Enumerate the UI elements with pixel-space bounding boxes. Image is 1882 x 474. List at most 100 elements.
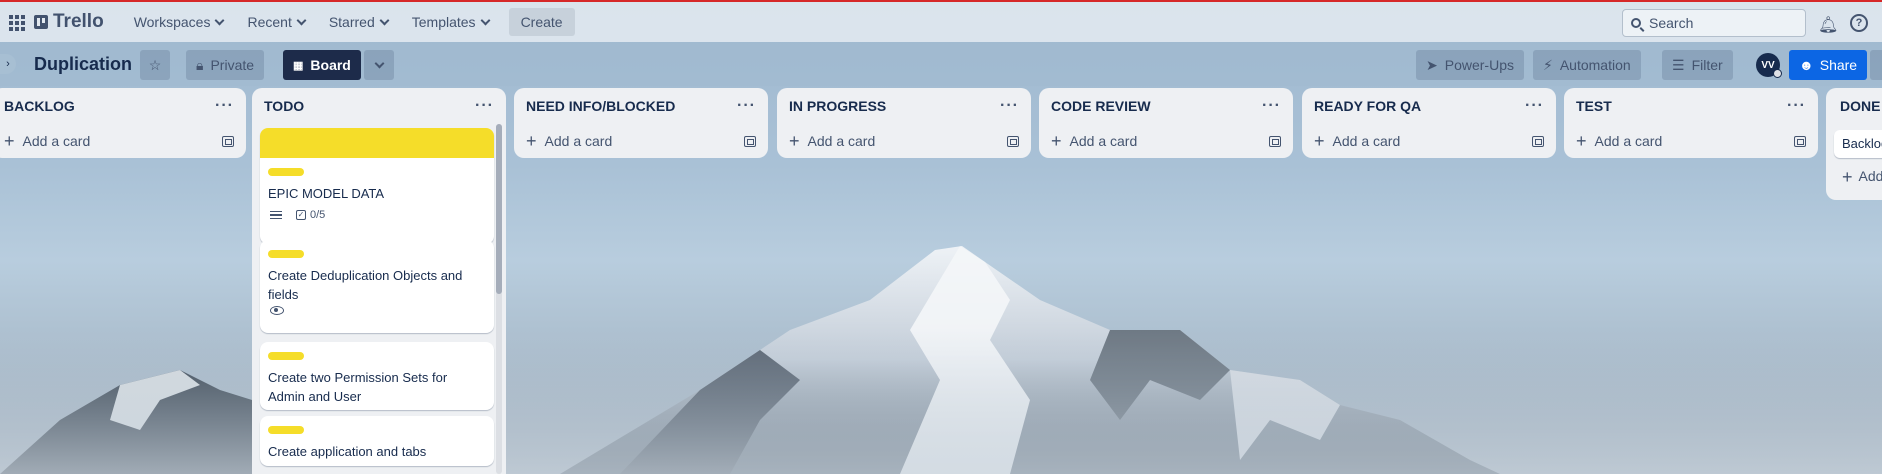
add-card-button[interactable]: + Add a card	[0, 124, 246, 158]
star-board-button[interactable]: ☆	[140, 50, 170, 80]
list-test: TEST ··· + Add a card	[1564, 88, 1818, 158]
card-template-icon[interactable]	[1794, 135, 1806, 147]
power-ups-button[interactable]: ➤ Power-Ups	[1416, 50, 1524, 80]
chevron-down-icon	[215, 15, 225, 25]
list-title[interactable]: NEED INFO/BLOCKED	[526, 98, 675, 114]
nav-starred-menu[interactable]: Starred	[319, 8, 398, 36]
list-title[interactable]: DONE	[1840, 98, 1880, 114]
search-placeholder: Search	[1649, 15, 1694, 31]
list-menu-icon[interactable]: ···	[737, 97, 756, 115]
list-menu-icon[interactable]: ···	[1000, 97, 1019, 115]
add-card-button[interactable]: + Add a card	[1302, 124, 1556, 158]
plus-icon: +	[4, 131, 15, 151]
list-ready-for-qa: READY FOR QA ··· + Add a card	[1302, 88, 1556, 158]
card-label-yellow[interactable]	[268, 168, 304, 176]
add-card-button[interactable]: + Add a card	[514, 124, 768, 158]
card-label-yellow[interactable]	[268, 250, 304, 258]
card-create-deduplication-objects[interactable]: Create Deduplication Objects and fields	[260, 240, 494, 333]
card-template-icon[interactable]	[744, 135, 756, 147]
list-in-progress: IN PROGRESS ··· + Add a card	[777, 88, 1031, 158]
plus-icon: +	[526, 131, 537, 151]
list-title[interactable]: TODO	[264, 98, 304, 114]
checklist-badge: ✓ 0/5	[296, 209, 325, 221]
card-template-icon[interactable]	[1269, 135, 1281, 147]
add-card-button[interactable]: + Add a card	[1842, 168, 1882, 186]
nav-recent-menu[interactable]: Recent	[237, 8, 314, 36]
app-switcher-icon[interactable]	[6, 12, 26, 32]
notifications-icon[interactable]: 🔔︎	[1818, 15, 1838, 35]
card-label-yellow[interactable]	[268, 426, 304, 434]
card-label-yellow[interactable]	[268, 352, 304, 360]
card-template-icon[interactable]	[1007, 135, 1019, 147]
board-view-icon: ▦	[293, 59, 304, 72]
add-card-button[interactable]: + Add a card	[1564, 124, 1818, 158]
card-backlog[interactable]: Backlog	[1834, 130, 1882, 158]
list-backlog: BACKLOG ··· + Add a card	[0, 88, 246, 158]
nav-workspaces-menu[interactable]: Workspaces	[124, 8, 234, 36]
add-card-label: Add a card	[22, 133, 91, 149]
list-title[interactable]: READY FOR QA	[1314, 98, 1421, 114]
list-title[interactable]: BACKLOG	[4, 98, 75, 114]
card-create-permission-sets[interactable]: Create two Permission Sets for Admin and…	[260, 342, 494, 410]
board-title[interactable]: Duplication	[34, 54, 132, 75]
list-scrollbar[interactable]	[496, 124, 502, 474]
add-card-label: Add a card	[544, 133, 613, 149]
card-template-icon[interactable]	[222, 135, 234, 147]
list-menu-icon[interactable]: ···	[1787, 97, 1806, 115]
nav-recent-label: Recent	[247, 14, 292, 30]
checklist-icon: ✓	[296, 210, 306, 220]
view-switcher-dropdown[interactable]	[364, 50, 394, 80]
add-card-label: Add a card	[1858, 168, 1882, 184]
nav-workspaces-label: Workspaces	[133, 14, 211, 30]
plus-icon: +	[1051, 131, 1062, 151]
plus-icon: +	[1314, 131, 1325, 151]
card-title: Create two Permission Sets for Admin and…	[268, 370, 448, 404]
card-epic-model-data[interactable]: EPIC MODEL DATA ✓ 0/5	[260, 128, 494, 244]
list-scrollbar-thumb[interactable]	[496, 124, 502, 294]
board-view-label: Board	[310, 57, 351, 73]
visibility-button[interactable]: 🔒︎ Private	[186, 50, 265, 80]
board-header: › Duplication ☆ 🔒︎ Private ▦ Board ➤ Pow…	[0, 42, 1882, 86]
add-card-button[interactable]: + Add a card	[777, 124, 1031, 158]
nav-templates-menu[interactable]: Templates	[402, 8, 499, 36]
help-icon[interactable]: ?	[1850, 14, 1868, 32]
visibility-label: Private	[210, 57, 255, 73]
card-template-icon[interactable]	[1532, 135, 1544, 147]
list-menu-icon[interactable]: ···	[475, 97, 494, 115]
list-title[interactable]: IN PROGRESS	[789, 98, 886, 114]
card-create-application-tabs[interactable]: Create application and tabs	[260, 416, 494, 466]
search-input[interactable]: Search	[1622, 9, 1806, 37]
nav-starred-label: Starred	[328, 14, 375, 30]
trello-logo[interactable]: Trello	[34, 11, 104, 33]
lock-icon: 🔒︎	[196, 56, 204, 73]
create-button[interactable]: Create	[508, 8, 575, 36]
list-title[interactable]: CODE REVIEW	[1051, 98, 1151, 114]
list-done: DONE Backlog + Add a card	[1826, 88, 1882, 200]
more-menu-button[interactable]	[1870, 50, 1882, 80]
list-title[interactable]: TEST	[1576, 98, 1612, 114]
filter-button[interactable]: ☰ Filter	[1662, 50, 1733, 80]
plus-icon: +	[1842, 167, 1853, 187]
chevron-down-icon	[296, 15, 307, 25]
watching-eye-icon	[270, 306, 284, 315]
list-menu-icon[interactable]: ···	[1262, 97, 1281, 115]
power-ups-label: Power-Ups	[1444, 57, 1514, 73]
search-icon	[1631, 18, 1641, 28]
chevron-down-icon	[480, 15, 491, 25]
star-icon: ☆	[148, 56, 162, 73]
list-need-info-blocked: NEED INFO/BLOCKED ··· + Add a card	[514, 88, 768, 158]
share-button[interactable]: ☻ Share	[1789, 50, 1868, 80]
chevron-down-icon	[379, 15, 390, 25]
automation-button[interactable]: ⚡︎ Automation	[1533, 50, 1641, 80]
description-icon	[270, 210, 282, 220]
trello-logo-icon	[34, 15, 48, 29]
add-card-label: Add a card	[1594, 133, 1663, 149]
chevron-down-icon	[374, 58, 384, 68]
list-menu-icon[interactable]: ···	[215, 97, 234, 115]
board-view-button[interactable]: ▦ Board	[283, 50, 361, 80]
share-label: Share	[1819, 57, 1858, 73]
list-menu-icon[interactable]: ···	[1525, 97, 1544, 115]
sidebar-expand-chevron-icon[interactable]: ›	[0, 54, 16, 74]
add-card-button[interactable]: + Add a card	[1039, 124, 1293, 158]
add-card-label: Add a card	[1069, 133, 1138, 149]
